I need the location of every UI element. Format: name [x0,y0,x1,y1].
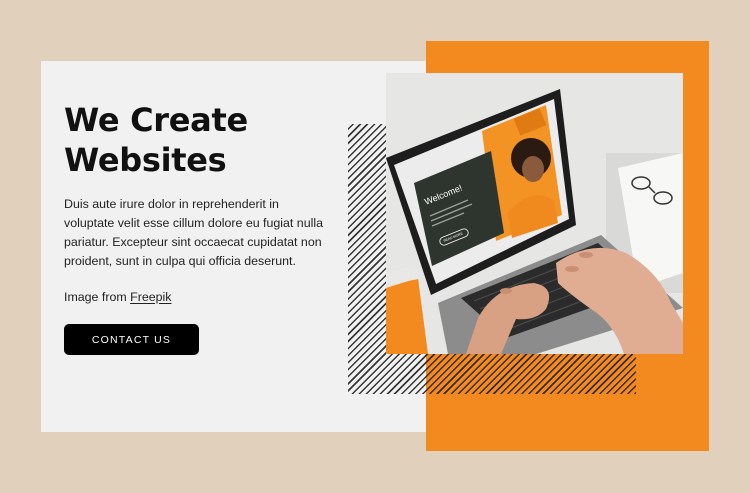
hero-photo: Welcome! READ MORE [386,73,683,354]
hero-description: Duis aute irure dolor in reprehenderit i… [64,197,323,268]
contact-us-button[interactable]: CONTACT US [64,324,199,355]
credit-prefix: Image from [64,290,127,304]
freepik-link[interactable]: Freepik [130,290,171,304]
title-line-2: Websites [64,141,227,179]
image-credit: Image from Freepik [64,290,171,304]
title-line-1: We Create [64,101,248,139]
page-title: We Create Websites [64,100,324,180]
